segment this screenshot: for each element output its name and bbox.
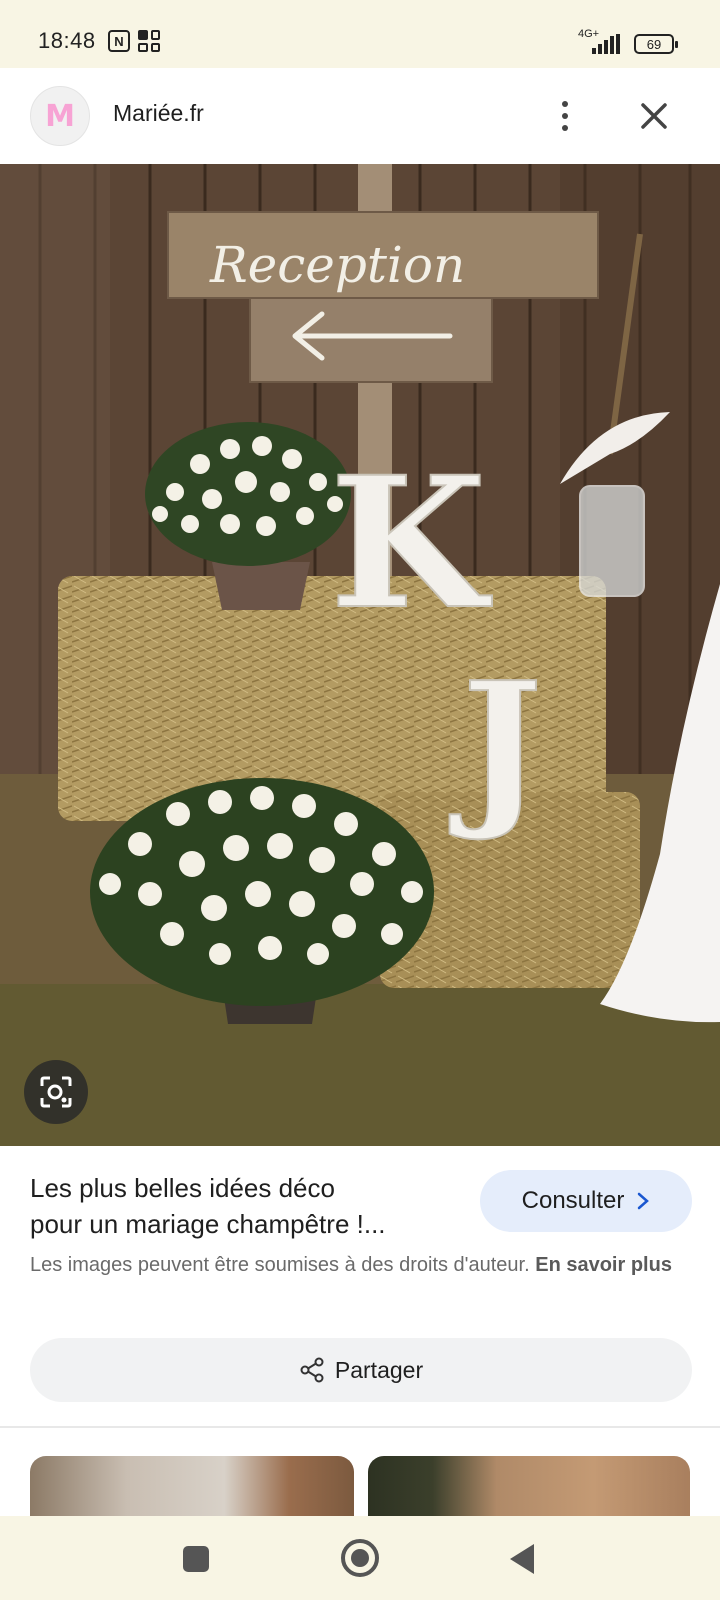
visit-button-label: Consulter <box>521 1187 625 1214</box>
result-title-line2: pour un mariage champêtre !... <box>30 1209 386 1239</box>
section-divider <box>0 1426 720 1428</box>
site-logo-letter: M <box>45 98 75 134</box>
recents-icon[interactable] <box>183 1546 209 1572</box>
home-icon[interactable] <box>341 1539 379 1577</box>
share-button[interactable]: Partager <box>30 1338 692 1402</box>
close-icon[interactable] <box>634 96 674 136</box>
wedding-decor-photo: Reception K J <box>0 164 720 1146</box>
related-image-1[interactable] <box>30 1456 354 1516</box>
main-image[interactable]: Reception K J <box>0 164 720 1146</box>
copyright-notice: Les images peuvent être soumises à des d… <box>30 1250 690 1280</box>
viewer-header: M Mariée.fr <box>0 68 720 164</box>
chevron-right-icon <box>638 1192 650 1210</box>
share-icon <box>300 1357 324 1383</box>
svg-text:J: J <box>449 645 542 845</box>
learn-more-link[interactable]: En savoir plus <box>535 1254 672 1276</box>
share-button-label: Partager <box>334 1356 424 1383</box>
battery-level: 69 <box>646 36 662 52</box>
back-icon[interactable] <box>510 1544 534 1574</box>
site-logo[interactable]: M <box>30 86 90 146</box>
result-title[interactable]: Les plus belles idées déco pour un maria… <box>30 1170 450 1242</box>
copyright-text: Les images peuvent être soumises à des d… <box>30 1254 530 1276</box>
lens-search-icon[interactable] <box>24 1060 88 1124</box>
nfc-icon: N <box>108 30 130 52</box>
system-nav-bar <box>0 1516 720 1600</box>
related-image-2[interactable] <box>368 1456 690 1516</box>
status-time: 18:48 <box>38 28 96 53</box>
signal-icon: 4G+ <box>576 28 626 54</box>
svg-text:K: K <box>330 438 492 649</box>
site-name[interactable]: Mariée.fr <box>113 100 204 127</box>
status-notification-icons: N <box>108 30 160 52</box>
result-title-line1: Les plus belles idées déco <box>30 1173 335 1203</box>
status-bar: 18:48 N 4G+ 69 <box>0 0 720 68</box>
svg-text:Reception: Reception <box>209 236 465 294</box>
battery-icon: 69 <box>634 34 678 54</box>
grid-icon <box>138 30 160 52</box>
more-vert-icon[interactable] <box>550 96 580 136</box>
visit-button[interactable]: Consulter <box>480 1170 692 1232</box>
